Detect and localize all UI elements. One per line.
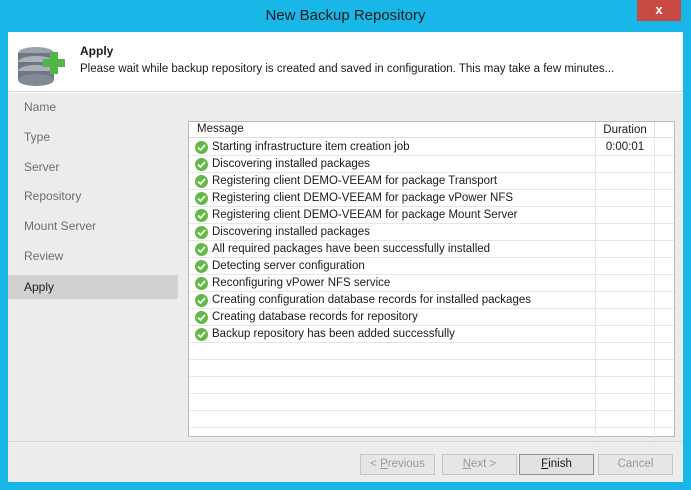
table-row[interactable]: Detecting server configuration	[189, 258, 674, 275]
success-check-icon	[195, 260, 208, 273]
log-message: Starting infrastructure item creation jo…	[212, 141, 410, 153]
success-check-icon	[195, 192, 208, 205]
table-row[interactable]	[189, 377, 674, 394]
log-duration	[595, 411, 655, 428]
wizard-content: Apply Please wait while backup repositor…	[8, 32, 683, 482]
log-duration	[595, 224, 655, 241]
log-duration	[595, 292, 655, 309]
table-row[interactable]: Discovering installed packages	[189, 156, 674, 173]
wizard-window: New Backup Repository x Apply Please wai…	[0, 0, 691, 490]
log-duration	[595, 394, 655, 411]
log-duration	[595, 360, 655, 377]
page-description: Please wait while backup repository is c…	[80, 63, 615, 75]
log-message: Creating database records for repository	[212, 311, 418, 323]
table-row[interactable]	[189, 411, 674, 428]
wizard-footer: < Previous Next > Finish Cancel	[8, 441, 683, 482]
log-duration	[595, 156, 655, 173]
table-row[interactable]: Discovering installed packages	[189, 224, 674, 241]
page-title: Apply	[80, 44, 114, 58]
table-row[interactable]	[189, 394, 674, 411]
log-duration	[595, 309, 655, 326]
table-row[interactable]: Starting infrastructure item creation jo…	[189, 139, 674, 156]
log-table[interactable]: Message Duration Starting infrastructure…	[188, 121, 675, 445]
wizard-header: Apply Please wait while backup repositor…	[8, 32, 683, 92]
previous-button-label: revious	[387, 458, 425, 470]
table-row[interactable]: All required packages have been successf…	[189, 241, 674, 258]
title-bar[interactable]: New Backup Repository x	[0, 0, 691, 32]
success-check-icon	[195, 175, 208, 188]
log-message: Registering client DEMO-VEEAM for packag…	[212, 192, 514, 204]
step-review[interactable]: Review	[8, 244, 178, 268]
log-message: Creating configuration database records …	[212, 294, 531, 306]
table-row[interactable]: Creating database records for repository	[189, 309, 674, 326]
log-duration	[595, 258, 655, 275]
window-title: New Backup Repository	[265, 7, 426, 24]
log-duration	[595, 207, 655, 224]
table-row[interactable]: Reconfiguring vPower NFS service	[189, 275, 674, 292]
step-mount-server[interactable]: Mount Server	[8, 214, 178, 238]
table-row[interactable]: Creating configuration database records …	[189, 292, 674, 309]
table-row[interactable]	[189, 343, 674, 360]
cancel-button-label: Cancel	[617, 458, 654, 470]
cancel-button[interactable]: Cancel	[598, 454, 673, 475]
log-message: Detecting server configuration	[212, 260, 365, 272]
log-rows: Starting infrastructure item creation jo…	[189, 139, 674, 445]
previous-button[interactable]: < Previous	[360, 454, 435, 475]
log-message: Discovering installed packages	[212, 226, 370, 238]
close-button[interactable]: x	[637, 0, 681, 21]
log-duration	[595, 326, 655, 343]
table-row[interactable]: Registering client DEMO-VEEAM for packag…	[189, 207, 674, 224]
success-check-icon	[195, 243, 208, 256]
log-duration	[595, 173, 655, 190]
log-table-header: Message Duration	[189, 122, 674, 138]
success-check-icon	[195, 226, 208, 239]
step-server[interactable]: Server	[8, 155, 178, 179]
wizard-body: Name Type Server Repository Mount Server…	[8, 93, 683, 445]
wizard-steps: Name Type Server Repository Mount Server…	[8, 93, 178, 441]
table-row[interactable]: Registering client DEMO-VEEAM for packag…	[189, 173, 674, 190]
column-header-message[interactable]: Message	[197, 123, 244, 135]
success-check-icon	[195, 141, 208, 154]
next-button-label: ext >	[471, 458, 497, 470]
success-check-icon	[195, 277, 208, 290]
table-row[interactable]: Registering client DEMO-VEEAM for packag…	[189, 190, 674, 207]
log-duration	[595, 275, 655, 292]
step-repository[interactable]: Repository	[8, 184, 178, 208]
log-message: Registering client DEMO-VEEAM for packag…	[212, 175, 498, 187]
success-check-icon	[195, 328, 208, 341]
log-duration	[595, 241, 655, 258]
step-apply[interactable]: Apply	[8, 275, 178, 299]
log-message: Backup repository has been added success…	[212, 328, 455, 340]
log-message: Reconfiguring vPower NFS service	[212, 277, 391, 289]
step-name[interactable]: Name	[8, 95, 178, 119]
database-add-icon	[18, 47, 65, 86]
log-duration	[595, 343, 655, 360]
log-message: Registering client DEMO-VEEAM for packag…	[212, 209, 518, 221]
previous-button-label-pre: <	[370, 458, 381, 470]
previous-button-mnemonic: P	[380, 458, 388, 470]
next-button[interactable]: Next >	[442, 454, 517, 475]
log-message: Discovering installed packages	[212, 158, 370, 170]
finish-button[interactable]: Finish	[519, 454, 594, 475]
finish-button-label: inish	[548, 458, 572, 470]
success-check-icon	[195, 158, 208, 171]
success-check-icon	[195, 209, 208, 222]
success-check-icon	[195, 294, 208, 307]
log-duration: 0:00:01	[595, 139, 655, 156]
next-button-mnemonic: N	[462, 458, 472, 470]
log-message: All required packages have been successf…	[212, 243, 491, 255]
success-check-icon	[195, 311, 208, 324]
log-duration	[595, 190, 655, 207]
table-row[interactable]	[189, 360, 674, 377]
step-type[interactable]: Type	[8, 125, 178, 149]
table-row[interactable]: Backup repository has been added success…	[189, 326, 674, 343]
column-header-duration[interactable]: Duration	[595, 122, 655, 138]
log-duration	[595, 377, 655, 394]
